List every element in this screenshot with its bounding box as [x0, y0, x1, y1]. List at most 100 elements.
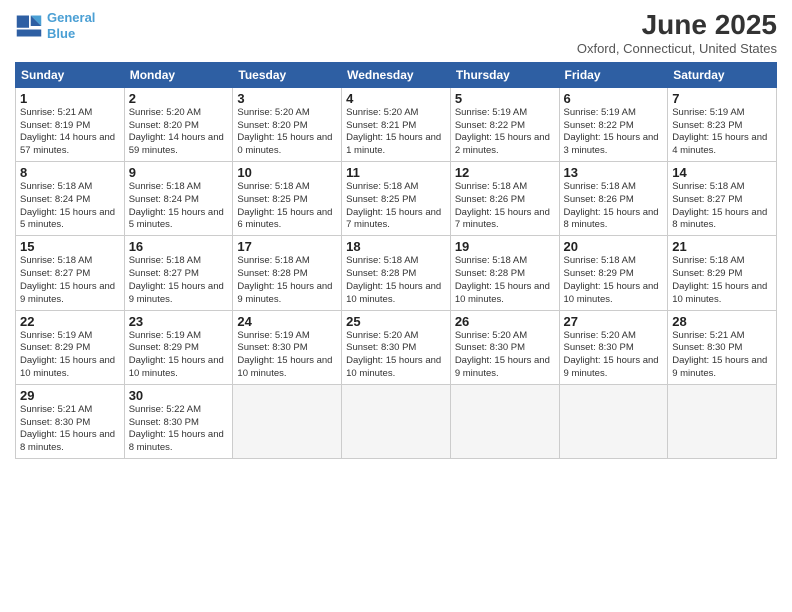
day-number: 5: [455, 91, 555, 106]
day-number: 11: [346, 165, 446, 180]
sunset-label: Sunset: 8:29 PM: [672, 268, 742, 279]
daylight-label: Daylight: 15 hours and 10 minutes.: [672, 281, 767, 305]
calendar-cell: [668, 384, 777, 458]
sunrise-label: Sunrise: 5:18 AM: [129, 255, 201, 266]
calendar-cell: 23 Sunrise: 5:19 AM Sunset: 8:29 PM Dayl…: [124, 310, 233, 384]
calendar-title: June 2025: [577, 10, 777, 41]
sunrise-label: Sunrise: 5:18 AM: [129, 181, 201, 192]
day-detail: Sunrise: 5:19 AM Sunset: 8:22 PM Dayligh…: [564, 107, 664, 158]
day-detail: Sunrise: 5:18 AM Sunset: 8:29 PM Dayligh…: [564, 255, 664, 306]
day-detail: Sunrise: 5:19 AM Sunset: 8:30 PM Dayligh…: [237, 330, 337, 381]
sunset-label: Sunset: 8:27 PM: [129, 268, 199, 279]
week-row-2: 8 Sunrise: 5:18 AM Sunset: 8:24 PM Dayli…: [16, 162, 777, 236]
sunrise-label: Sunrise: 5:18 AM: [564, 181, 636, 192]
sunset-label: Sunset: 8:30 PM: [455, 342, 525, 353]
day-number: 24: [237, 314, 337, 329]
sunrise-label: Sunrise: 5:20 AM: [237, 107, 309, 118]
week-row-3: 15 Sunrise: 5:18 AM Sunset: 8:27 PM Dayl…: [16, 236, 777, 310]
sunset-label: Sunset: 8:27 PM: [672, 194, 742, 205]
col-friday: Friday: [559, 62, 668, 87]
daylight-label: Daylight: 15 hours and 8 minutes.: [129, 429, 224, 453]
daylight-label: Daylight: 15 hours and 10 minutes.: [237, 355, 332, 379]
day-detail: Sunrise: 5:20 AM Sunset: 8:30 PM Dayligh…: [564, 330, 664, 381]
day-detail: Sunrise: 5:18 AM Sunset: 8:25 PM Dayligh…: [237, 181, 337, 232]
daylight-label: Daylight: 15 hours and 9 minutes.: [20, 281, 115, 305]
logo-icon: [15, 12, 43, 40]
sunset-label: Sunset: 8:20 PM: [129, 120, 199, 131]
calendar-cell: [233, 384, 342, 458]
day-detail: Sunrise: 5:20 AM Sunset: 8:30 PM Dayligh…: [455, 330, 555, 381]
sunset-label: Sunset: 8:20 PM: [237, 120, 307, 131]
day-detail: Sunrise: 5:18 AM Sunset: 8:24 PM Dayligh…: [129, 181, 229, 232]
title-block: June 2025 Oxford, Connecticut, United St…: [577, 10, 777, 56]
day-detail: Sunrise: 5:20 AM Sunset: 8:20 PM Dayligh…: [129, 107, 229, 158]
day-number: 29: [20, 388, 120, 403]
daylight-label: Daylight: 15 hours and 10 minutes.: [129, 355, 224, 379]
calendar-cell: 28 Sunrise: 5:21 AM Sunset: 8:30 PM Dayl…: [668, 310, 777, 384]
calendar-cell: 24 Sunrise: 5:19 AM Sunset: 8:30 PM Dayl…: [233, 310, 342, 384]
calendar-cell: 19 Sunrise: 5:18 AM Sunset: 8:28 PM Dayl…: [450, 236, 559, 310]
calendar-cell: 6 Sunrise: 5:19 AM Sunset: 8:22 PM Dayli…: [559, 87, 668, 161]
calendar-cell: 27 Sunrise: 5:20 AM Sunset: 8:30 PM Dayl…: [559, 310, 668, 384]
calendar-cell: 5 Sunrise: 5:19 AM Sunset: 8:22 PM Dayli…: [450, 87, 559, 161]
sunrise-label: Sunrise: 5:21 AM: [20, 404, 92, 415]
day-number: 6: [564, 91, 664, 106]
sunrise-label: Sunrise: 5:18 AM: [455, 181, 527, 192]
calendar-cell: 17 Sunrise: 5:18 AM Sunset: 8:28 PM Dayl…: [233, 236, 342, 310]
calendar-cell: [450, 384, 559, 458]
calendar-subtitle: Oxford, Connecticut, United States: [577, 41, 777, 56]
calendar-cell: 29 Sunrise: 5:21 AM Sunset: 8:30 PM Dayl…: [16, 384, 125, 458]
day-detail: Sunrise: 5:18 AM Sunset: 8:26 PM Dayligh…: [455, 181, 555, 232]
day-detail: Sunrise: 5:18 AM Sunset: 8:24 PM Dayligh…: [20, 181, 120, 232]
day-number: 23: [129, 314, 229, 329]
sunset-label: Sunset: 8:25 PM: [237, 194, 307, 205]
calendar-cell: 14 Sunrise: 5:18 AM Sunset: 8:27 PM Dayl…: [668, 162, 777, 236]
week-row-1: 1 Sunrise: 5:21 AM Sunset: 8:19 PM Dayli…: [16, 87, 777, 161]
day-detail: Sunrise: 5:19 AM Sunset: 8:22 PM Dayligh…: [455, 107, 555, 158]
day-detail: Sunrise: 5:21 AM Sunset: 8:30 PM Dayligh…: [20, 404, 120, 455]
sunset-label: Sunset: 8:27 PM: [20, 268, 90, 279]
sunset-label: Sunset: 8:29 PM: [564, 268, 634, 279]
sunset-label: Sunset: 8:29 PM: [129, 342, 199, 353]
sunset-label: Sunset: 8:24 PM: [20, 194, 90, 205]
day-number: 14: [672, 165, 772, 180]
day-number: 28: [672, 314, 772, 329]
week-row-5: 29 Sunrise: 5:21 AM Sunset: 8:30 PM Dayl…: [16, 384, 777, 458]
day-number: 21: [672, 239, 772, 254]
logo: General Blue: [15, 10, 95, 41]
col-tuesday: Tuesday: [233, 62, 342, 87]
sunrise-label: Sunrise: 5:20 AM: [346, 330, 418, 341]
day-number: 18: [346, 239, 446, 254]
day-number: 3: [237, 91, 337, 106]
day-number: 25: [346, 314, 446, 329]
sunset-label: Sunset: 8:28 PM: [237, 268, 307, 279]
logo-blue: Blue: [47, 26, 95, 42]
sunset-label: Sunset: 8:22 PM: [455, 120, 525, 131]
header-row: Sunday Monday Tuesday Wednesday Thursday…: [16, 62, 777, 87]
day-number: 20: [564, 239, 664, 254]
day-number: 2: [129, 91, 229, 106]
day-number: 17: [237, 239, 337, 254]
calendar-cell: 8 Sunrise: 5:18 AM Sunset: 8:24 PM Dayli…: [16, 162, 125, 236]
sunrise-label: Sunrise: 5:19 AM: [20, 330, 92, 341]
sunset-label: Sunset: 8:23 PM: [672, 120, 742, 131]
sunset-label: Sunset: 8:29 PM: [20, 342, 90, 353]
day-number: 22: [20, 314, 120, 329]
calendar-cell: 25 Sunrise: 5:20 AM Sunset: 8:30 PM Dayl…: [342, 310, 451, 384]
sunset-label: Sunset: 8:30 PM: [237, 342, 307, 353]
sunset-label: Sunset: 8:30 PM: [20, 417, 90, 428]
day-number: 7: [672, 91, 772, 106]
sunset-label: Sunset: 8:28 PM: [455, 268, 525, 279]
sunrise-label: Sunrise: 5:18 AM: [237, 181, 309, 192]
daylight-label: Daylight: 15 hours and 9 minutes.: [237, 281, 332, 305]
day-detail: Sunrise: 5:18 AM Sunset: 8:25 PM Dayligh…: [346, 181, 446, 232]
day-number: 13: [564, 165, 664, 180]
day-detail: Sunrise: 5:18 AM Sunset: 8:28 PM Dayligh…: [346, 255, 446, 306]
daylight-label: Daylight: 15 hours and 9 minutes.: [672, 355, 767, 379]
day-detail: Sunrise: 5:20 AM Sunset: 8:30 PM Dayligh…: [346, 330, 446, 381]
sunset-label: Sunset: 8:24 PM: [129, 194, 199, 205]
sunrise-label: Sunrise: 5:21 AM: [672, 330, 744, 341]
calendar-cell: 12 Sunrise: 5:18 AM Sunset: 8:26 PM Dayl…: [450, 162, 559, 236]
daylight-label: Daylight: 15 hours and 7 minutes.: [346, 207, 441, 231]
logo-text: General Blue: [47, 10, 95, 41]
